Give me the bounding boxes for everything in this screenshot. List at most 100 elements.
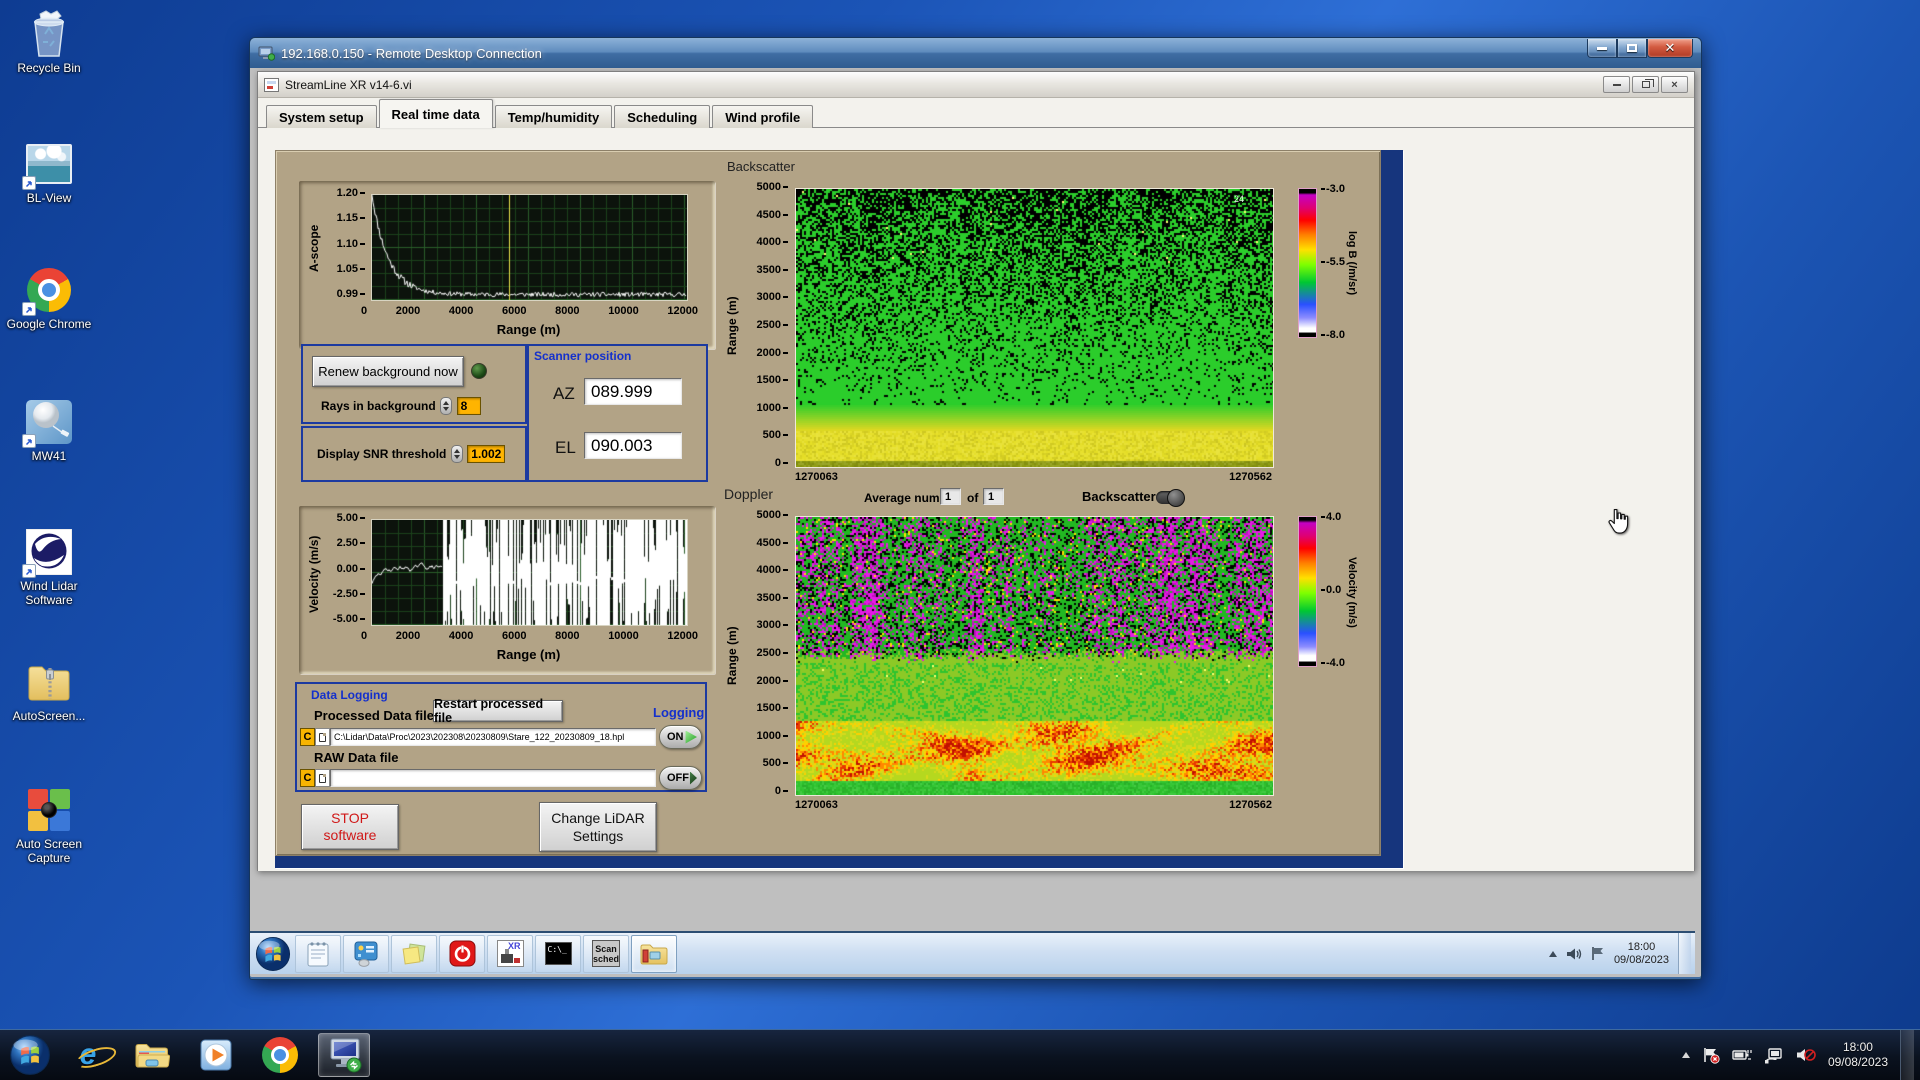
rays-in-background-label: Rays in background bbox=[321, 399, 436, 414]
taskbar-display-settings-icon[interactable] bbox=[343, 934, 389, 973]
host-action-center-flag-icon[interactable] bbox=[1702, 1046, 1720, 1064]
rdp-window-title: 192.168.0.150 - Remote Desktop Connectio… bbox=[281, 45, 542, 61]
rays-spinner[interactable] bbox=[440, 397, 453, 415]
raw-data-file-label: RAW Data file bbox=[314, 750, 399, 765]
desktop-icon-google-chrome[interactable]: Google Chrome bbox=[2, 266, 96, 331]
tab-temp-humidity[interactable]: Temp/humidity bbox=[494, 105, 613, 128]
processed-logging-on-button[interactable]: ON bbox=[659, 725, 702, 749]
shortcut-arrow-icon bbox=[22, 176, 36, 190]
snr-spinner[interactable] bbox=[450, 445, 463, 463]
desktop-icon-auto-screen-capture[interactable]: Auto Screen Capture bbox=[2, 786, 96, 865]
on-indicator-icon bbox=[685, 730, 697, 744]
average-total-field[interactable]: 1 bbox=[983, 488, 1004, 505]
a-scope-x-axis-label: Range (m) bbox=[496, 322, 561, 337]
tab-system-setup[interactable]: System setup bbox=[266, 105, 377, 128]
velocity-y-axis-label: Velocity (m/s) bbox=[307, 535, 321, 613]
processed-path-field[interactable]: C:\Lidar\Data\Proc\2023\202308\20230809\… bbox=[330, 728, 656, 746]
host-taskbar-media-player-icon[interactable] bbox=[190, 1033, 242, 1077]
stop-software-button[interactable]: STOP software bbox=[301, 804, 399, 850]
desktop-icon-recycle-bin[interactable]: Recycle Bin bbox=[2, 10, 96, 75]
desktop-icon-bl-view[interactable]: BL-View bbox=[2, 140, 96, 205]
velocity-x-ticks: 0 2000 4000 6000 8000 10000 12000 bbox=[361, 630, 698, 642]
app-minimize-button[interactable] bbox=[1603, 76, 1630, 93]
tab-bar: System setup Real time data Temp/humidit… bbox=[258, 98, 1694, 128]
remote-action-center-flag-icon[interactable] bbox=[1591, 946, 1605, 961]
host-volume-muted-icon[interactable] bbox=[1796, 1047, 1816, 1063]
raw-path-browse-icon[interactable] bbox=[315, 769, 330, 787]
renew-led-indicator bbox=[471, 363, 487, 379]
recycle-bin-icon bbox=[24, 10, 74, 58]
change-lidar-settings-button[interactable]: Change LiDAR Settings bbox=[539, 802, 657, 852]
taskbar-explorer-window-icon[interactable] bbox=[631, 934, 677, 973]
host-taskbar-internet-explorer-icon[interactable]: e bbox=[62, 1033, 114, 1077]
remote-hidden-icons-arrow[interactable] bbox=[1548, 950, 1557, 957]
desktop-icon-wind-lidar-software[interactable]: Wind Lidar Software bbox=[2, 528, 96, 607]
app-titlebar[interactable]: StreamLine XR v14-6.vi × bbox=[258, 72, 1694, 98]
taskbar-sticky-notes-icon[interactable] bbox=[391, 934, 437, 973]
host-battery-icon[interactable] bbox=[1732, 1047, 1752, 1063]
processed-drive-selector[interactable]: C bbox=[300, 728, 315, 746]
app-close-button[interactable]: × bbox=[1661, 76, 1688, 93]
app-restore-button[interactable] bbox=[1632, 76, 1659, 93]
host-network-icon[interactable] bbox=[1764, 1047, 1784, 1064]
remote-start-button[interactable] bbox=[252, 934, 294, 974]
rdp-titlebar[interactable]: 192.168.0.150 - Remote Desktop Connectio… bbox=[250, 38, 1701, 68]
icon-label: MW41 bbox=[31, 449, 67, 463]
taskbar-streamline-xr-icon[interactable]: XR bbox=[487, 934, 533, 973]
background-controls-box: Renew background now Rays in background … bbox=[301, 344, 527, 424]
auto-screen-capture-icon bbox=[24, 786, 74, 834]
host-start-button[interactable] bbox=[4, 1031, 56, 1079]
data-logging-box: Data Logging Processed Data file Restart… bbox=[295, 682, 707, 792]
velocity-y-ticks: 5.00 2.50 0.00 -2.50 -5.00 bbox=[323, 513, 365, 625]
tab-wind-profile[interactable]: Wind profile bbox=[712, 105, 814, 128]
average-number-field[interactable]: 1 bbox=[940, 488, 961, 505]
front-panel: A-scope 1.20 1.15 1.10 1.05 0.99 0 2000 4000 60… bbox=[275, 150, 1381, 856]
streamline-app-window: StreamLine XR v14-6.vi × System setup Re… bbox=[257, 71, 1695, 871]
logging-label: Logging bbox=[653, 705, 705, 720]
desktop-icon-mw41[interactable]: MW41 bbox=[2, 398, 96, 463]
backscatter-x-labels: 1270063 1270562 bbox=[795, 471, 1272, 483]
az-value-field[interactable]: 089.999 bbox=[584, 378, 682, 405]
bl-view-icon bbox=[22, 140, 74, 190]
restart-processed-file-button[interactable]: Restart processed file bbox=[433, 697, 563, 725]
backscatter-colorbar-label: log B (/m/sr) bbox=[1346, 231, 1358, 296]
remote-show-desktop-button[interactable] bbox=[1678, 933, 1691, 974]
host-taskbar-rdp-icon[interactable] bbox=[318, 1033, 370, 1077]
remote-taskbar: XR C:\_ Scan sched 18:00 09/08/2023 bbox=[250, 931, 1695, 974]
a-scope-plot bbox=[371, 194, 688, 301]
backscatter-display-toggle[interactable] bbox=[1156, 489, 1185, 507]
raw-drive-selector[interactable]: C bbox=[300, 769, 315, 787]
a-scope-y-ticks: 1.20 1.15 1.10 1.05 0.99 bbox=[325, 188, 365, 300]
remote-volume-icon[interactable] bbox=[1566, 947, 1582, 961]
a-scope-y-axis-label: A-scope bbox=[307, 224, 321, 273]
chrome-icon bbox=[22, 266, 74, 316]
remote-clock[interactable]: 18:00 09/08/2023 bbox=[1614, 941, 1669, 967]
host-hidden-icons-arrow[interactable] bbox=[1681, 1052, 1690, 1058]
backscatter-colorbar-ticks: -3.0 -5.5 -8.0 bbox=[1321, 184, 1345, 341]
renew-background-button[interactable]: Renew background now bbox=[312, 356, 464, 387]
raw-logging-off-button[interactable]: OFF bbox=[659, 766, 702, 790]
host-taskbar-explorer-icon[interactable] bbox=[126, 1033, 178, 1077]
rdp-maximize-button[interactable] bbox=[1617, 39, 1647, 58]
tab-real-time-data[interactable]: Real time data bbox=[378, 99, 493, 128]
rays-value-field[interactable]: 8 bbox=[456, 397, 481, 415]
snr-value-field[interactable]: 1.002 bbox=[467, 445, 506, 463]
raw-path-field[interactable] bbox=[330, 769, 656, 787]
desktop-icon-autoscreen-zip[interactable]: AutoScreen... bbox=[2, 658, 96, 723]
tab-scheduling[interactable]: Scheduling bbox=[614, 105, 711, 128]
taskbar-notepad-icon[interactable] bbox=[295, 934, 341, 973]
processed-path-browse-icon[interactable] bbox=[315, 728, 330, 746]
taskbar-stop-power-icon[interactable] bbox=[439, 934, 485, 973]
taskbar-scan-scheduler-icon[interactable]: Scan sched bbox=[583, 934, 629, 973]
rdp-close-button[interactable]: ✕ bbox=[1647, 39, 1693, 58]
icon-label: AutoScreen... bbox=[12, 709, 86, 723]
snr-threshold-box: Display SNR threshold 1.002 bbox=[301, 426, 527, 482]
doppler-colorbar-label: Velocity (m/s) bbox=[1346, 557, 1358, 628]
snr-threshold-label: Display SNR threshold bbox=[317, 447, 447, 462]
host-show-desktop-button[interactable] bbox=[1900, 1030, 1914, 1080]
rdp-minimize-button[interactable] bbox=[1587, 39, 1617, 58]
el-value-field[interactable]: 090.003 bbox=[584, 432, 682, 459]
taskbar-command-prompt-icon[interactable]: C:\_ bbox=[535, 934, 581, 973]
host-clock[interactable]: 18:00 09/08/2023 bbox=[1828, 1040, 1888, 1070]
host-taskbar-chrome-icon[interactable] bbox=[254, 1033, 306, 1077]
